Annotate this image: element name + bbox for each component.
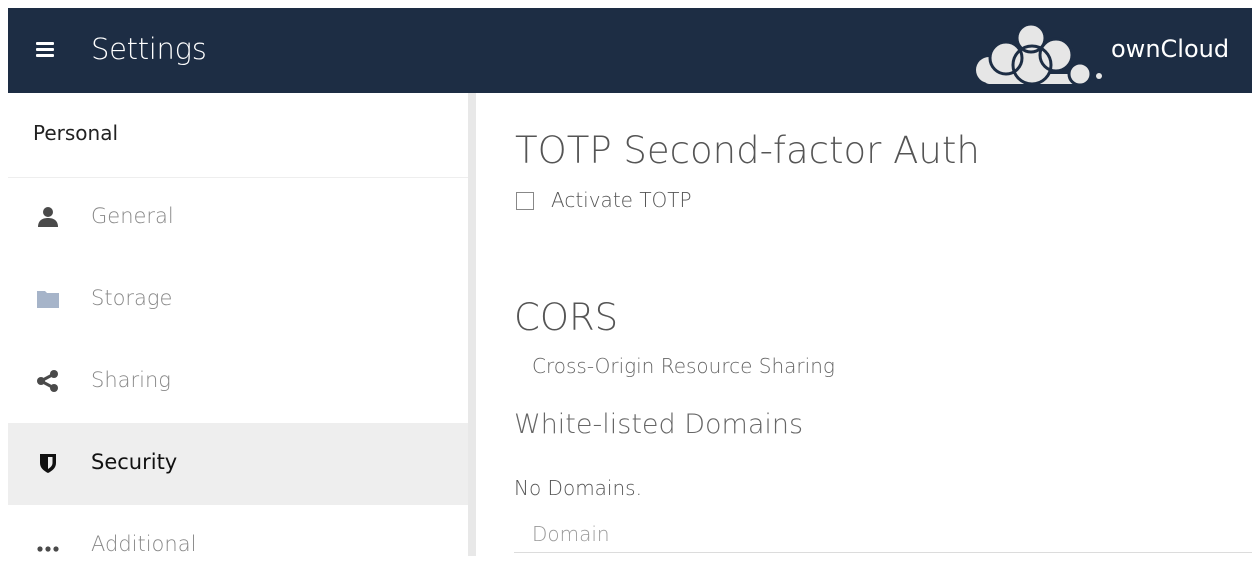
activate-totp-checkbox[interactable] xyxy=(516,192,534,210)
sidebar-item-label: Storage xyxy=(91,286,173,310)
hamburger-icon[interactable] xyxy=(36,42,54,58)
sidebar-item-storage[interactable]: Storage xyxy=(8,259,468,341)
whitelisted-domains-title: White-listed Domains xyxy=(514,409,804,440)
sidebar-item-sharing[interactable]: Sharing xyxy=(8,341,468,423)
sidebar-item-label: Additional xyxy=(91,532,197,556)
totp-section-title: TOTP Second-factor Auth xyxy=(515,129,980,172)
sidebar-section-personal: Personal xyxy=(8,93,468,178)
cors-section-title: CORS xyxy=(514,296,619,339)
activate-totp-label[interactable]: Activate TOTP xyxy=(551,188,692,212)
page-title[interactable]: Settings xyxy=(91,32,207,66)
shield-icon xyxy=(40,454,56,473)
owncloud-logo-icon[interactable] xyxy=(974,18,1109,86)
sidebar-scrollbar[interactable] xyxy=(468,93,476,556)
settings-sidebar: Personal General Storage Sharing Securit… xyxy=(8,93,468,556)
user-icon xyxy=(38,207,58,227)
sidebar-item-label: Security xyxy=(91,450,178,474)
sidebar-item-label: General xyxy=(91,204,174,228)
sidebar-item-additional[interactable]: Additional xyxy=(8,505,468,587)
sidebar-item-general[interactable]: General xyxy=(8,177,468,259)
brand-name: ownCloud xyxy=(1111,35,1230,63)
window-top-margin xyxy=(0,0,1252,8)
sidebar-heading: Personal xyxy=(33,121,119,145)
cors-description: Cross-Origin Resource Sharing xyxy=(532,354,835,378)
window-left-margin xyxy=(0,0,8,556)
folder-icon xyxy=(37,291,59,308)
settings-content: TOTP Second-factor Auth Activate TOTP CO… xyxy=(476,93,1252,556)
sidebar-item-label: Sharing xyxy=(91,368,171,392)
no-domains-text: No Domains. xyxy=(514,476,642,500)
share-icon xyxy=(37,370,58,392)
more-icon xyxy=(37,546,59,552)
app-header: Settings ownCloud xyxy=(8,8,1252,93)
sidebar-item-security[interactable]: Security xyxy=(8,423,468,505)
domain-input[interactable] xyxy=(514,515,1252,553)
